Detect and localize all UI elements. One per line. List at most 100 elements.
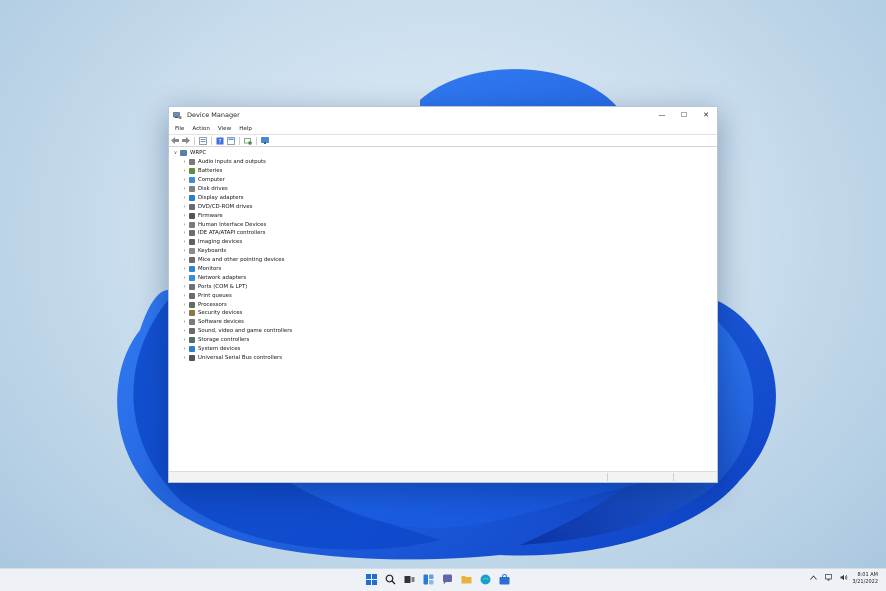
tree-item[interactable]: › System devices (169, 345, 717, 354)
chevron-up-icon[interactable] (809, 573, 818, 582)
tree-item-label: Software devices (198, 319, 244, 326)
tree-item[interactable]: › Firmware (169, 211, 717, 220)
view-icon[interactable] (227, 136, 235, 145)
file-explorer-icon[interactable] (459, 572, 473, 586)
disk-icon (189, 186, 195, 192)
tree-item[interactable]: › Human Interface Devices (169, 220, 717, 229)
chevron-right-icon[interactable]: › (180, 302, 189, 308)
tree-root[interactable]: ∨ WRPC (169, 149, 717, 158)
start-icon[interactable] (364, 572, 378, 586)
search-icon[interactable] (383, 572, 397, 586)
tree-item[interactable]: › Disk drives (169, 185, 717, 194)
chevron-down-icon[interactable]: ∨ (171, 150, 180, 156)
tree-item-label: System devices (198, 346, 241, 353)
minimize-button[interactable]: — (651, 107, 673, 123)
chevron-right-icon[interactable]: › (180, 284, 189, 290)
chevron-right-icon[interactable]: › (180, 222, 189, 228)
chevron-right-icon[interactable]: › (180, 266, 189, 272)
tree-item[interactable]: › Monitors (169, 265, 717, 274)
printer-icon (189, 292, 195, 299)
chevron-right-icon[interactable]: › (180, 275, 189, 281)
tree-item-label: Display adapters (198, 194, 244, 201)
chevron-right-icon[interactable]: › (180, 195, 189, 201)
tree-item-label: Network adapters (198, 274, 247, 281)
menu-file[interactable]: File (171, 126, 188, 132)
tree-item-label: Monitors (198, 266, 222, 273)
sound-icon (189, 328, 195, 335)
tree-item[interactable]: › Storage controllers (169, 336, 717, 345)
scan-icon[interactable] (244, 137, 252, 145)
tree-item[interactable]: › Keyboards (169, 247, 717, 256)
widgets-icon[interactable] (421, 572, 435, 586)
chevron-right-icon[interactable]: › (180, 204, 189, 210)
tree-item[interactable]: › Ports (COM & LPT) (169, 282, 717, 291)
edge-icon[interactable] (478, 572, 492, 586)
hid-icon (189, 221, 195, 228)
menu-help[interactable]: Help (235, 126, 256, 132)
help-icon[interactable]: ? (216, 137, 224, 145)
tree-item[interactable]: › Mice and other pointing devices (169, 256, 717, 265)
chevron-right-icon[interactable]: › (180, 337, 189, 343)
chevron-right-icon[interactable]: › (180, 346, 189, 352)
mouse-icon (189, 257, 195, 264)
chevron-right-icon[interactable]: › (180, 230, 189, 236)
chevron-right-icon[interactable]: › (180, 310, 189, 316)
tree-item[interactable]: › DVD/CD-ROM drives (169, 202, 717, 211)
battery-icon (189, 168, 195, 175)
chevron-right-icon[interactable]: › (180, 177, 189, 183)
tree-item[interactable]: › Sound, video and game controllers (169, 327, 717, 336)
chevron-right-icon[interactable]: › (180, 239, 189, 245)
tree-item[interactable]: › Software devices (169, 318, 717, 327)
chevron-right-icon[interactable]: › (180, 213, 189, 219)
tree-item[interactable]: › Security devices (169, 309, 717, 318)
chevron-right-icon[interactable]: › (180, 355, 189, 361)
tree-item-label: Print queues (198, 292, 232, 299)
window-title: Device Manager (187, 111, 240, 119)
tree-item[interactable]: › IDE ATA/ATAPI controllers (169, 229, 717, 238)
back-arrow-icon[interactable] (171, 137, 179, 145)
tree-item[interactable]: › Network adapters (169, 273, 717, 282)
toolbar: ? (169, 134, 717, 147)
network-icon[interactable] (824, 573, 833, 582)
tree-item[interactable]: › Batteries (169, 167, 717, 176)
volume-icon[interactable] (839, 573, 848, 582)
store-icon[interactable] (497, 572, 511, 586)
chevron-right-icon[interactable]: › (180, 168, 189, 174)
tree-item[interactable]: › Processors (169, 300, 717, 309)
chevron-right-icon[interactable]: › (180, 248, 189, 254)
tree-item[interactable]: › Computer (169, 176, 717, 185)
tree-item-label: Audio inputs and outputs (198, 159, 266, 166)
tree-item[interactable]: › Audio inputs and outputs (169, 158, 717, 167)
firmware-icon (189, 212, 195, 219)
chevron-right-icon[interactable]: › (180, 319, 189, 325)
tree-item-label: IDE ATA/ATAPI controllers (198, 230, 266, 237)
security-icon (189, 310, 195, 317)
monitor-icon[interactable] (261, 136, 269, 145)
forward-arrow-icon[interactable] (182, 137, 190, 145)
title-bar[interactable]: Device Manager — ☐ ✕ (169, 107, 717, 123)
tree-item-label: Computer (198, 177, 225, 184)
tree-item-label: Processors (198, 301, 227, 308)
chevron-right-icon[interactable]: › (180, 328, 189, 334)
tree-item-label: Imaging devices (198, 239, 243, 246)
chat-icon[interactable] (440, 572, 454, 586)
tree-item[interactable]: › Print queues (169, 291, 717, 300)
tree-item-label: Batteries (198, 168, 223, 175)
tree-item[interactable]: › Universal Serial Bus controllers (169, 353, 717, 362)
ide-icon (189, 230, 195, 237)
menu-action[interactable]: Action (188, 126, 214, 132)
task-view-icon[interactable] (402, 572, 416, 586)
taskbar-clock[interactable]: 8:01 AM 3/21/2022 (852, 572, 878, 586)
properties-icon[interactable] (199, 136, 207, 145)
chevron-right-icon[interactable]: › (180, 159, 189, 165)
chevron-right-icon[interactable]: › (180, 293, 189, 299)
menu-view[interactable]: View (214, 126, 235, 132)
chevron-right-icon[interactable]: › (180, 186, 189, 192)
close-button[interactable]: ✕ (695, 107, 717, 123)
maximize-button[interactable]: ☐ (673, 107, 695, 123)
chevron-right-icon[interactable]: › (180, 257, 189, 263)
status-divider (607, 473, 608, 481)
tree-item[interactable]: › Imaging devices (169, 238, 717, 247)
tree-item[interactable]: › Display adapters (169, 193, 717, 202)
speaker-icon (189, 159, 195, 166)
